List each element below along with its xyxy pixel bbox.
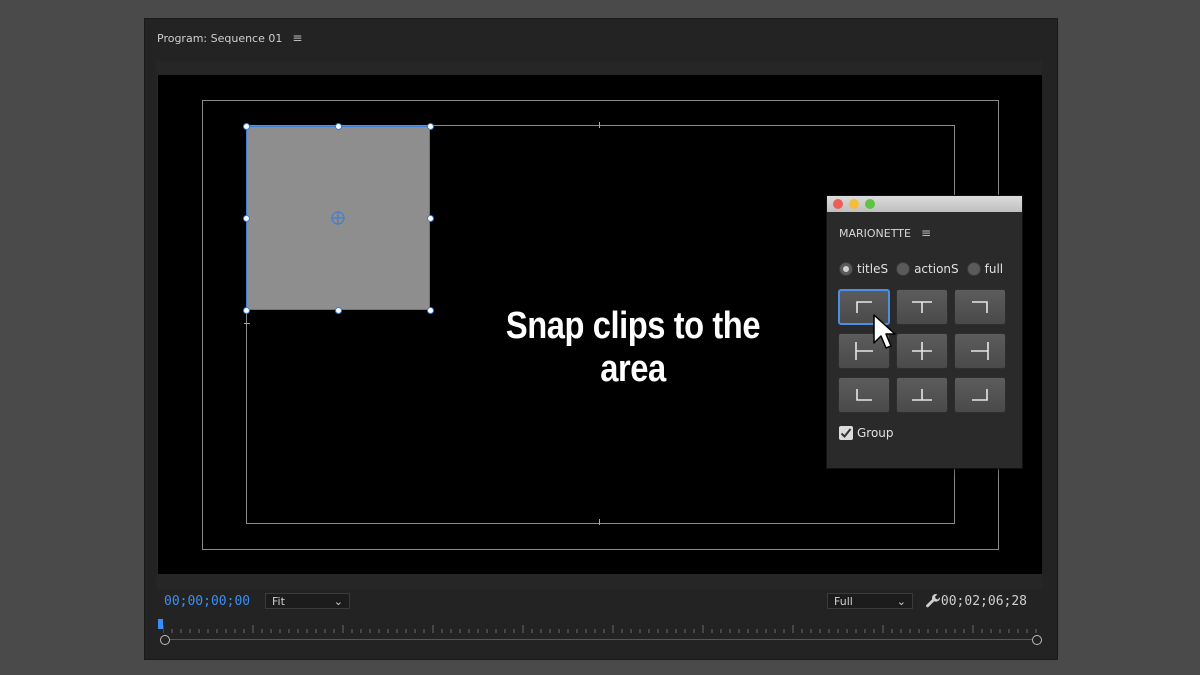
timeline-track (163, 639, 1039, 640)
group-checkbox[interactable] (839, 426, 853, 440)
snap-top-right-button[interactable] (954, 289, 1006, 325)
radio-dot (966, 262, 981, 276)
clip-handle-bottom-left[interactable] (243, 307, 250, 314)
ruler-ticks (162, 625, 1037, 633)
overlay-caption: Snap clips to the area (505, 305, 761, 390)
radio-full[interactable]: full (966, 262, 1004, 276)
maximize-icon[interactable] (865, 199, 875, 209)
edge-top-icon (912, 301, 932, 313)
guide-tick-top (599, 122, 600, 128)
snap-bottom-right-button[interactable] (954, 377, 1006, 413)
clip-handle-top-left[interactable] (243, 123, 250, 130)
radio-actions[interactable]: actionS (896, 262, 959, 276)
clip-handle-bottom[interactable] (335, 307, 342, 314)
checkmark-icon (840, 428, 852, 438)
group-option[interactable]: Group (839, 426, 894, 440)
chevron-down-icon: ⌄ (896, 594, 906, 608)
clip-handle-right[interactable] (427, 215, 434, 222)
clip-handle-bottom-right[interactable] (427, 307, 434, 314)
marionette-header: MARIONETTE ≡ (839, 226, 931, 240)
resolution-select[interactable]: Full ⌄ (827, 593, 913, 609)
marionette-window: MARIONETTE ≡ titleS actionS full Group (826, 195, 1023, 469)
clip-handle-top-right[interactable] (427, 123, 434, 130)
corner-bottom-right-icon (972, 389, 988, 401)
radio-label: titleS (857, 262, 889, 276)
clip-handle-top[interactable] (335, 123, 342, 130)
zoom-handle-right[interactable] (1032, 635, 1042, 645)
marionette-menu-icon[interactable]: ≡ (921, 226, 931, 240)
current-timecode[interactable]: 00;00;00;00 (164, 594, 250, 609)
wrench-icon[interactable] (925, 593, 941, 609)
area-radio-group: titleS actionS full (839, 262, 1003, 276)
snap-middle-right-button[interactable] (954, 333, 1006, 369)
playhead[interactable] (158, 619, 163, 629)
window-titlebar[interactable] (827, 196, 1022, 212)
panel-menu-icon[interactable]: ≡ (292, 31, 302, 45)
resolution-select-value: Full (834, 594, 853, 608)
group-label: Group (857, 426, 894, 440)
edge-left-icon (855, 342, 873, 360)
corner-top-right-icon (972, 301, 988, 313)
radio-dot (896, 262, 911, 276)
panel-header: Program: Sequence 01 ≡ (157, 28, 302, 48)
radio-label: full (984, 262, 1004, 276)
duration-timecode: 00;02;06;28 (940, 594, 1027, 609)
edge-right-icon (971, 342, 989, 360)
panel-title: Program: Sequence 01 (157, 31, 283, 45)
snap-center-button[interactable] (896, 333, 948, 369)
close-icon[interactable] (833, 199, 843, 209)
marionette-title: MARIONETTE (839, 226, 911, 240)
snap-bottom-center-button[interactable] (896, 377, 948, 413)
selected-clip[interactable] (243, 123, 434, 314)
minimize-icon[interactable] (849, 199, 859, 209)
clip-handle-left[interactable] (243, 215, 250, 222)
guide-tick-left (244, 323, 250, 324)
snap-top-center-button[interactable] (896, 289, 948, 325)
radio-label: actionS (914, 262, 959, 276)
corner-bottom-left-icon (856, 389, 872, 401)
snap-button-grid (838, 289, 1006, 413)
zoom-select[interactable]: Fit ⌄ (265, 593, 350, 609)
snap-bottom-left-button[interactable] (838, 377, 890, 413)
zoom-select-value: Fit (272, 594, 285, 608)
time-ruler[interactable] (162, 619, 1039, 641)
mouse-cursor-icon (873, 314, 896, 349)
zoom-handle-left[interactable] (160, 635, 170, 645)
center-cross-icon (912, 342, 932, 360)
chevron-down-icon: ⌄ (333, 594, 343, 608)
corner-top-left-icon (856, 301, 872, 313)
edge-bottom-icon (912, 389, 932, 401)
radio-dot-selected (839, 262, 853, 276)
radio-titles[interactable]: titleS (839, 262, 888, 276)
guide-tick-bottom (599, 519, 600, 525)
anchor-point-icon[interactable] (331, 211, 345, 225)
